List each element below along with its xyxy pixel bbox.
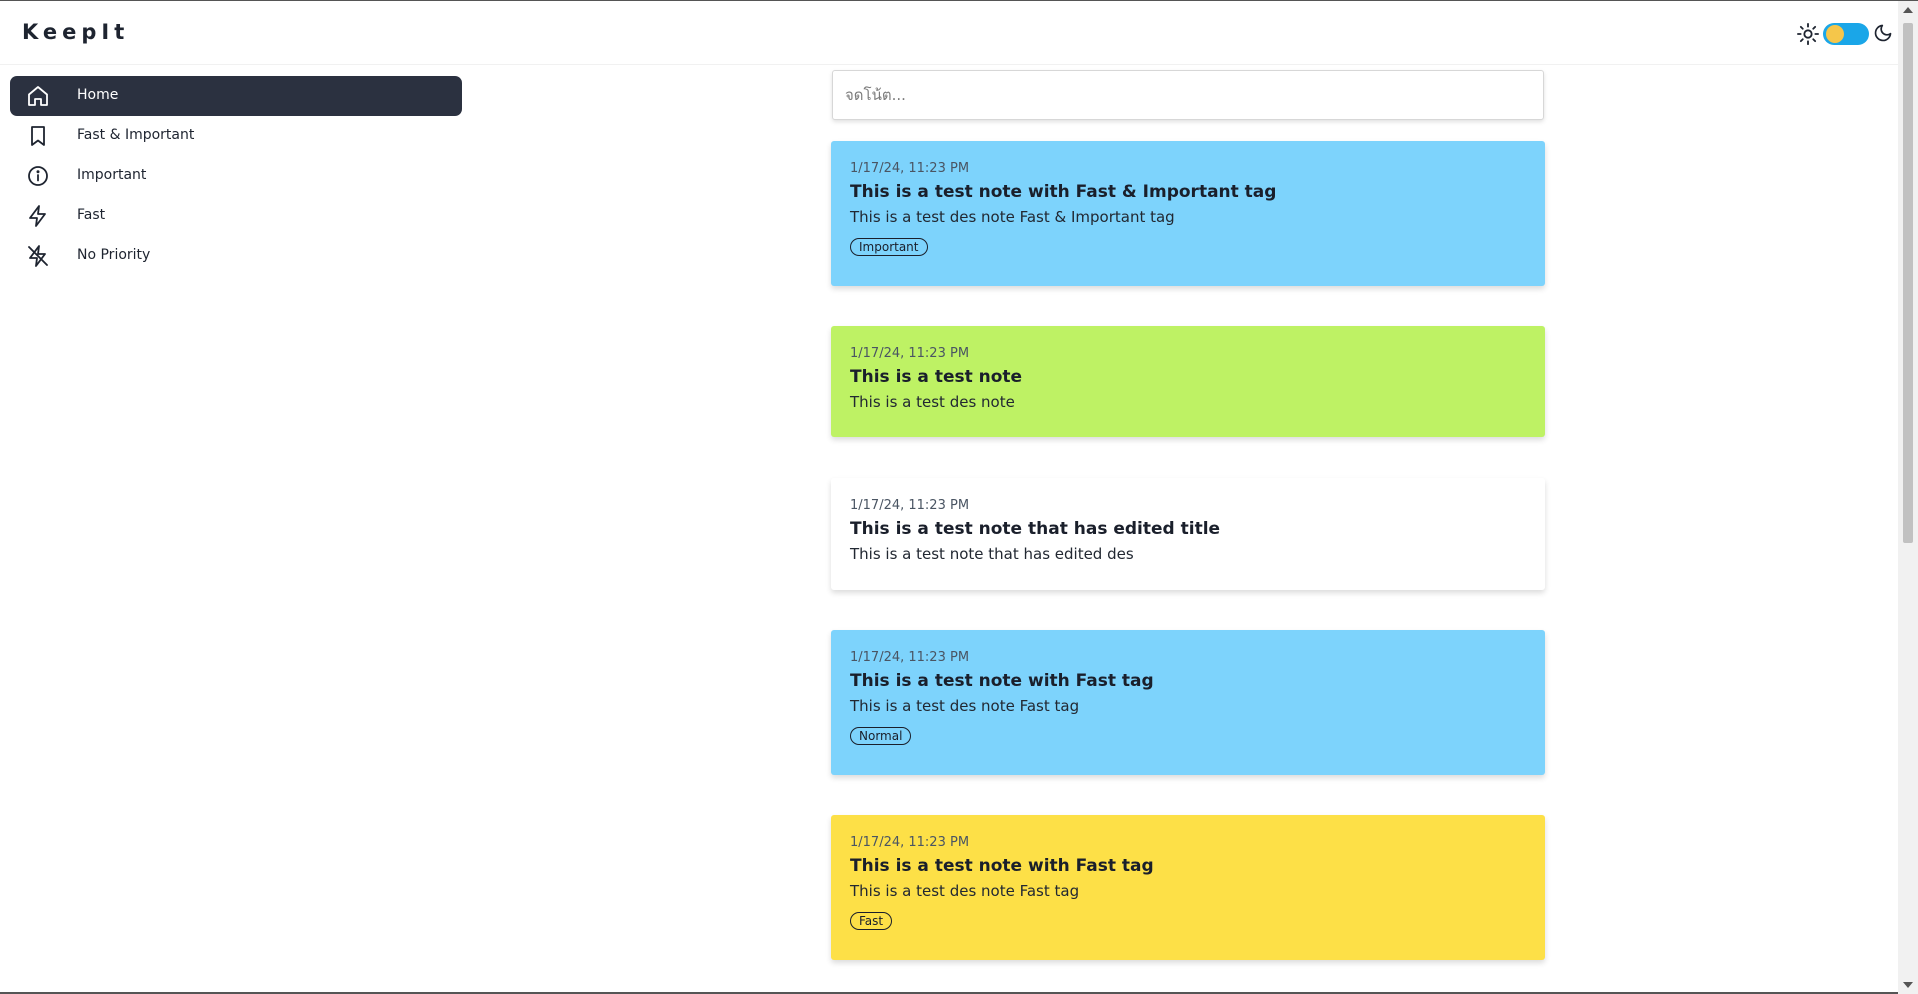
note-date: 1/17/24, 11:23 PM xyxy=(850,346,970,361)
moon-icon xyxy=(1874,24,1892,42)
sidebar-item-important[interactable]: Important xyxy=(10,156,462,196)
scroll-down-arrow-icon[interactable] xyxy=(1903,982,1913,988)
info-icon xyxy=(28,166,48,186)
note-card[interactable]: 1/17/24, 11:23 PM This is a test note wi… xyxy=(831,141,1545,286)
note-description: This is a test note that has edited des xyxy=(850,545,1134,563)
note-title: This is a test note with Fast tag xyxy=(850,856,1154,876)
note-title: This is a test note with Fast tag xyxy=(850,671,1154,691)
note-tag: Important xyxy=(850,238,928,256)
sidebar-item-label: Fast & Important xyxy=(77,127,195,143)
app-header: KeepIt xyxy=(0,1,1898,65)
note-date: 1/17/24, 11:23 PM xyxy=(850,650,970,665)
sidebar-item-home[interactable]: Home xyxy=(10,76,462,116)
note-input[interactable] xyxy=(832,70,1544,120)
sun-icon xyxy=(1797,23,1819,45)
sidebar-item-label: Home xyxy=(77,87,119,103)
app-logo[interactable]: KeepIt xyxy=(22,20,129,44)
scrollbar[interactable] xyxy=(1898,1,1918,994)
theme-switch-knob xyxy=(1826,25,1844,43)
sidebar-item-fast-important[interactable]: Fast & Important xyxy=(10,116,462,156)
lightning-off-icon xyxy=(28,245,48,267)
sidebar-item-label: Important xyxy=(77,167,147,183)
note-date: 1/17/24, 11:23 PM xyxy=(850,498,970,513)
bookmark-icon xyxy=(31,126,45,146)
theme-toggle[interactable] xyxy=(1797,19,1893,49)
note-title: This is a test note with Fast & Importan… xyxy=(850,182,1277,202)
home-icon xyxy=(28,86,48,106)
sidebar-item-fast[interactable]: Fast xyxy=(10,196,462,236)
note-title: This is a test note xyxy=(850,367,1023,387)
note-description: This is a test des note Fast tag xyxy=(850,697,1080,715)
note-tag: Normal xyxy=(850,727,912,745)
note-tag: Fast xyxy=(850,912,893,930)
theme-switch[interactable] xyxy=(1823,23,1869,45)
sidebar-item-no-priority[interactable]: No Priority xyxy=(10,236,462,276)
note-card[interactable]: 1/17/24, 11:23 PM This is a test note th… xyxy=(831,478,1545,590)
note-description: This is a test des note Fast tag xyxy=(850,882,1080,900)
note-title: This is a test note that has edited titl… xyxy=(850,519,1221,539)
scroll-up-arrow-icon[interactable] xyxy=(1903,7,1913,13)
note-date: 1/17/24, 11:23 PM xyxy=(850,161,970,176)
note-card[interactable]: 1/17/24, 11:23 PM This is a test note Th… xyxy=(831,326,1545,437)
note-card[interactable]: 1/17/24, 11:23 PM This is a test note wi… xyxy=(831,815,1545,960)
note-description: This is a test des note xyxy=(850,393,1015,411)
lightning-icon xyxy=(29,205,46,227)
note-date: 1/17/24, 11:23 PM xyxy=(850,835,970,850)
sidebar-item-label: No Priority xyxy=(77,247,151,263)
note-description: This is a test des note Fast & Important… xyxy=(850,208,1175,226)
sidebar: Home Fast & Important Important Fast No … xyxy=(10,76,462,276)
sidebar-item-label: Fast xyxy=(77,207,106,223)
scrollbar-thumb[interactable] xyxy=(1903,23,1913,543)
note-card[interactable]: 1/17/24, 11:23 PM This is a test note wi… xyxy=(831,630,1545,775)
